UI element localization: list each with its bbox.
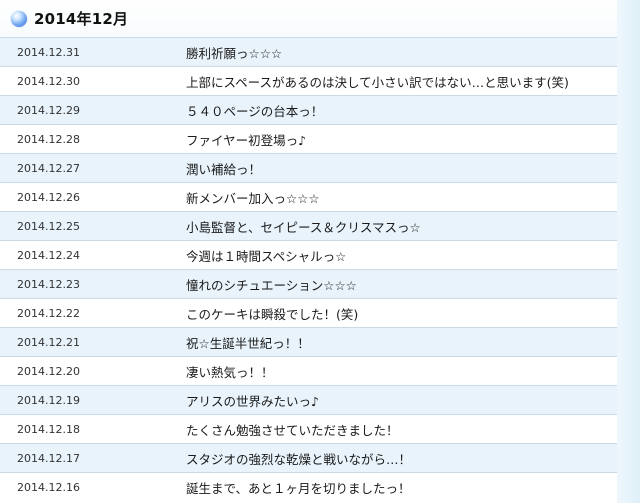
entry-title-link[interactable]: 上部にスペースがあるのは決して小さい訳ではない…と思います(笑) — [186, 72, 569, 91]
list-item: 2014.12.31 勝利祈願っ☆☆☆ — [0, 37, 617, 66]
list-item: 2014.12.25 小島監督と、セイピース＆クリスマスっ☆ — [0, 211, 617, 240]
list-item: 2014.12.26 新メンバー加入っ☆☆☆ — [0, 182, 617, 211]
page-background-strip — [617, 0, 640, 503]
entry-date: 2014.12.22 — [17, 306, 80, 320]
entry-date: 2014.12.17 — [17, 451, 80, 465]
blue-orb-icon — [11, 10, 27, 27]
entry-date: 2014.12.31 — [17, 45, 80, 59]
entry-date: 2014.12.24 — [17, 248, 80, 262]
list-item: 2014.12.28 ファイヤー初登場っ♪ — [0, 124, 617, 153]
entry-date: 2014.12.27 — [17, 161, 80, 175]
entry-date: 2014.12.20 — [17, 364, 80, 378]
entry-date: 2014.12.28 — [17, 132, 80, 146]
list-item: 2014.12.29 ５４０ページの台本っ！ — [0, 95, 617, 124]
list-item: 2014.12.23 憧れのシチュエーション☆☆☆ — [0, 269, 617, 298]
entry-list: 2014.12.31 勝利祈願っ☆☆☆ 2014.12.30 上部にスペースがあ… — [0, 37, 617, 501]
entry-title-link[interactable]: 誕生まで、あと１ヶ月を切りましたっ！ — [186, 478, 411, 497]
entry-title-link[interactable]: アリスの世界みたいっ♪ — [186, 391, 319, 410]
entry-date: 2014.12.21 — [17, 335, 80, 349]
list-item: 2014.12.17 スタジオの強烈な乾燥と戦いながら…！ — [0, 443, 617, 472]
entry-title-link[interactable]: 祝☆生誕半世紀っ！！ — [186, 333, 310, 352]
entry-title-link[interactable]: 今週は１時間スペシャルっ☆ — [186, 246, 346, 265]
entry-title-link[interactable]: 潤い補給っ！ — [186, 159, 261, 178]
entry-title-link[interactable]: 新メンバー加入っ☆☆☆ — [186, 188, 320, 207]
list-item: 2014.12.30 上部にスペースがあるのは決して小さい訳ではない…と思います… — [0, 66, 617, 95]
entry-date: 2014.12.25 — [17, 219, 80, 233]
entry-date: 2014.12.29 — [17, 103, 80, 117]
entry-title-link[interactable]: たくさん勉強させていただきました！ — [186, 420, 399, 439]
list-item: 2014.12.19 アリスの世界みたいっ♪ — [0, 385, 617, 414]
entry-title-link[interactable]: このケーキは瞬殺でした！(笑) — [186, 304, 358, 323]
entry-title-link[interactable]: 勝利祈願っ☆☆☆ — [186, 43, 282, 62]
list-item: 2014.12.22 このケーキは瞬殺でした！(笑) — [0, 298, 617, 327]
entry-title-link[interactable]: ５４０ページの台本っ！ — [186, 101, 323, 120]
entry-date: 2014.12.30 — [17, 74, 80, 88]
entry-date: 2014.12.18 — [17, 422, 80, 436]
list-item: 2014.12.18 たくさん勉強させていただきました！ — [0, 414, 617, 443]
entry-date: 2014.12.19 — [17, 393, 80, 407]
entry-title-link[interactable]: 小島監督と、セイピース＆クリスマスっ☆ — [186, 217, 421, 236]
month-title: 2014年12月 — [34, 10, 129, 28]
entry-date: 2014.12.26 — [17, 190, 80, 204]
list-item: 2014.12.20 凄い熱気っ！！ — [0, 356, 617, 385]
month-header: 2014年12月 — [0, 0, 617, 38]
archive-panel: 2014年12月 2014.12.31 勝利祈願っ☆☆☆ 2014.12.30 … — [0, 0, 617, 503]
entry-title-link[interactable]: スタジオの強烈な乾燥と戦いながら…！ — [186, 449, 411, 468]
entry-title-link[interactable]: 凄い熱気っ！！ — [186, 362, 274, 381]
list-item: 2014.12.16 誕生まで、あと１ヶ月を切りましたっ！ — [0, 472, 617, 501]
list-item: 2014.12.24 今週は１時間スペシャルっ☆ — [0, 240, 617, 269]
entry-date: 2014.12.23 — [17, 277, 80, 291]
entry-title-link[interactable]: ファイヤー初登場っ♪ — [186, 130, 306, 149]
list-item: 2014.12.27 潤い補給っ！ — [0, 153, 617, 182]
list-item: 2014.12.21 祝☆生誕半世紀っ！！ — [0, 327, 617, 356]
entry-date: 2014.12.16 — [17, 480, 80, 494]
entry-title-link[interactable]: 憧れのシチュエーション☆☆☆ — [186, 275, 357, 294]
